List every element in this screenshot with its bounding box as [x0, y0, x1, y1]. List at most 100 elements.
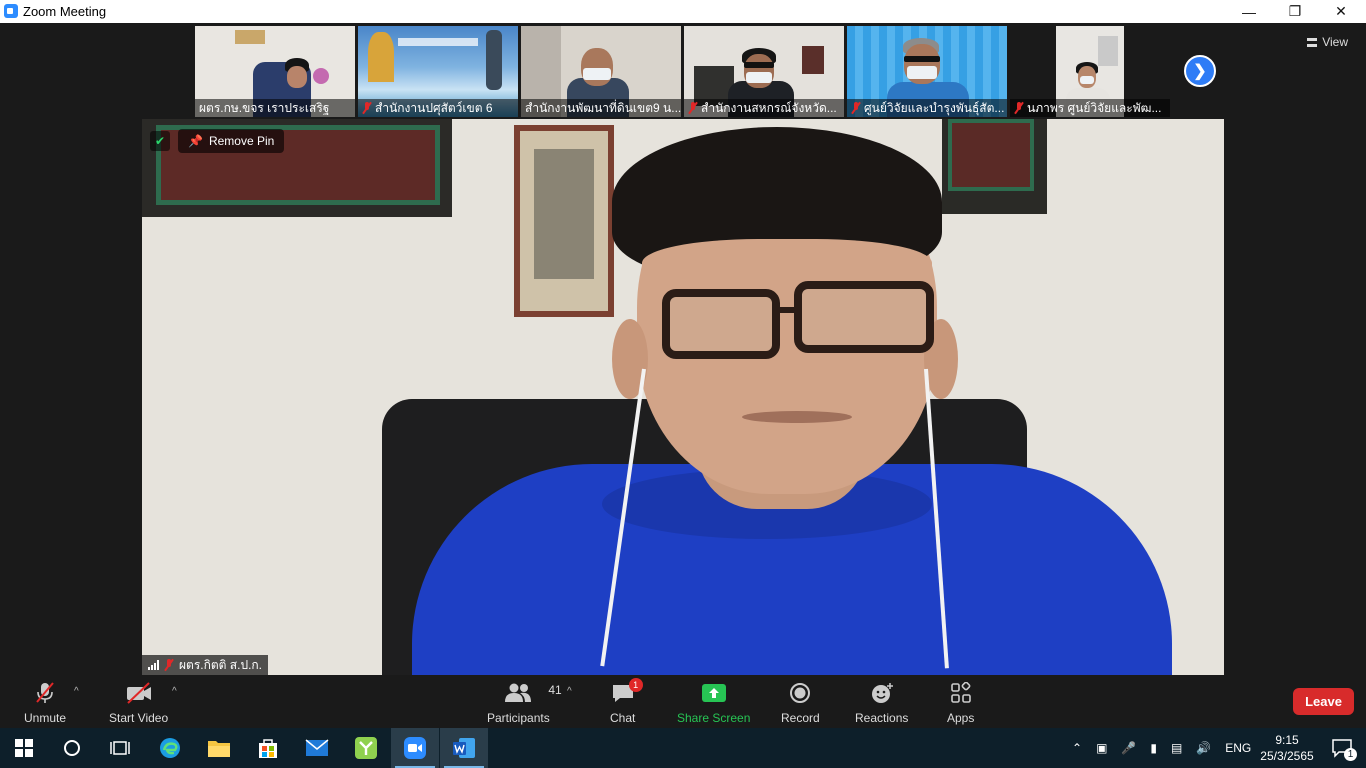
search-button[interactable] [48, 728, 96, 768]
taskbar-store[interactable] [244, 728, 292, 768]
zoom-icon [404, 737, 426, 759]
share-screen-button[interactable]: Share Screen [677, 681, 750, 725]
speaker-name: ผตร.กิตติ ส.ป.ก. [179, 657, 262, 672]
audio-options-caret[interactable]: ^ [74, 686, 79, 697]
main-video[interactable]: ✔ 📌 Remove Pin ผตร.กิตติ ส.ป.ก. [142, 119, 1224, 675]
microphone-icon[interactable]: 🎤 [1121, 741, 1136, 755]
green-app-icon [355, 737, 377, 759]
apps-button[interactable]: Apps [947, 681, 974, 725]
participants-button[interactable]: 41 Participants [487, 681, 562, 725]
input-language[interactable]: ENG [1225, 741, 1251, 755]
task-view-icon [110, 741, 130, 755]
chat-label: Chat [610, 711, 636, 725]
battery-icon[interactable]: ▮ [1150, 741, 1157, 755]
volume-icon[interactable]: 🔊 [1196, 741, 1211, 755]
notification-center-button[interactable]: 1 [1318, 728, 1366, 768]
cortana-circle-icon [64, 740, 80, 756]
participant-name: ผตร.กษ.ขจร เราประเสริฐ [199, 101, 330, 115]
taskbar-line-app[interactable] [342, 728, 390, 768]
shield-icon[interactable]: ✔ [150, 131, 170, 151]
video-overlay-controls: ✔ 📌 Remove Pin [150, 129, 285, 153]
meeting-area: ผตร.กษ.ขจร เราประเสริฐ สำนักงานปศุสัตว์เ… [0, 23, 1366, 677]
leave-button[interactable]: Leave [1293, 688, 1354, 715]
meet-now-icon[interactable]: ▣ [1096, 741, 1107, 755]
participant-thumbnail[interactable]: นภาพร ศูนย์วิจัยและพัฒ... [1010, 26, 1170, 117]
taskbar-edge[interactable] [146, 728, 194, 768]
share-screen-icon [701, 684, 726, 702]
windows-taskbar: ⌃ ▣ 🎤 ▮ ▤ 🔊 ENG 9:15 25/3/2565 1 [0, 728, 1366, 768]
task-view-button[interactable] [96, 728, 144, 768]
taskbar-word[interactable] [440, 728, 488, 768]
taskbar-file-explorer[interactable] [195, 728, 243, 768]
clock-date: 25/3/2565 [1260, 749, 1314, 763]
muted-mic-icon [164, 659, 174, 671]
apps-icon [950, 682, 971, 703]
notification-count: 1 [1344, 748, 1357, 761]
start-video-label: Start Video [109, 711, 169, 725]
participant-thumbnail[interactable]: สำนักงานสหกรณ์จังหวัด... [684, 26, 844, 117]
windows-logo-icon [15, 739, 33, 757]
apps-label: Apps [947, 711, 975, 725]
participant-name: นภาพร ศูนย์วิจัยและพัฒ... [1027, 101, 1162, 115]
share-screen-label: Share Screen [677, 711, 751, 725]
muted-mic-icon [851, 102, 861, 114]
folder-icon [208, 741, 230, 757]
speaker-name-tag: ผตร.กิตติ ส.ป.ก. [142, 655, 268, 675]
start-video-button[interactable]: Start Video [109, 681, 168, 725]
word-icon [453, 738, 475, 758]
thumbnail-caption: ศูนย์วิจัยและบำรุงพันธุ์สัต... [847, 99, 1007, 117]
view-button[interactable]: View [1307, 35, 1348, 49]
video-camera-off-icon [125, 681, 153, 705]
start-button[interactable] [0, 728, 48, 768]
minimize-button[interactable]: — [1226, 0, 1272, 23]
edge-browser-icon [160, 738, 180, 758]
clock-time: 9:15 [1275, 733, 1299, 747]
participant-name: สำนักงานพัฒนาที่ดินเขต9 น... [525, 101, 681, 115]
glasses-left-lens [662, 289, 780, 359]
taskbar-clock[interactable]: 9:15 25/3/2565 [1258, 732, 1316, 764]
chevron-up-icon[interactable]: ⌃ [1072, 741, 1082, 755]
participant-thumbnail[interactable]: สำนักงานพัฒนาที่ดินเขต9 น... [521, 26, 681, 117]
thumbnail-caption: สำนักงานพัฒนาที่ดินเขต9 น... [521, 99, 681, 117]
chat-badge: 1 [628, 678, 643, 692]
thumbnail-caption: สำนักงานสหกรณ์จังหวัด... [684, 99, 844, 117]
participants-count: 41 [548, 683, 562, 697]
participant-thumbnail[interactable]: ผตร.กษ.ขจร เราประเสริฐ [195, 26, 355, 117]
grid-icon [1307, 37, 1318, 47]
unmute-button[interactable]: Unmute [24, 681, 66, 725]
system-tray: ⌃ ▣ 🎤 ▮ ▤ 🔊 ENG [1072, 728, 1251, 768]
store-bag-icon [259, 739, 277, 758]
thumbnail-caption: ผตร.กษ.ขจร เราประเสริฐ [195, 99, 355, 117]
muted-mic-icon [688, 102, 698, 114]
remove-pin-label: Remove Pin [208, 134, 275, 148]
record-button[interactable]: Record [781, 681, 820, 725]
taskbar-mail[interactable] [293, 728, 341, 768]
remove-pin-button[interactable]: 📌 Remove Pin [178, 129, 285, 153]
window-title: Zoom Meeting [23, 4, 107, 19]
close-button[interactable]: ✕ [1318, 0, 1364, 23]
muted-mic-icon [1014, 102, 1024, 114]
participants-label: Participants [487, 711, 550, 725]
smiley-icon [871, 683, 893, 703]
meeting-toolbar: Unmute ^ Start Video ^ 41 Participants ^… [0, 677, 1366, 728]
reactions-button[interactable]: Reactions [855, 681, 908, 725]
participant-thumbnail[interactable]: สำนักงานปศุสัตว์เขต 6 [358, 26, 518, 117]
maximize-button[interactable]: ❐ [1272, 0, 1318, 23]
participant-thumbnail[interactable]: ศูนย์วิจัยและบำรุงพันธุ์สัต... [847, 26, 1007, 117]
microphone-muted-icon [34, 681, 56, 705]
participant-name: สำนักงานปศุสัตว์เขต 6 [375, 101, 493, 115]
participants-icon [505, 683, 532, 702]
video-options-caret[interactable]: ^ [172, 686, 177, 697]
network-icon[interactable]: ▤ [1171, 741, 1182, 755]
participants-options-caret[interactable]: ^ [567, 686, 572, 697]
taskbar-zoom[interactable] [391, 728, 439, 768]
glasses-right-lens [794, 281, 934, 353]
thumbnail-caption: นภาพร ศูนย์วิจัยและพัฒ... [1010, 99, 1170, 117]
mail-envelope-icon [305, 739, 329, 756]
chat-button[interactable]: 1 Chat [610, 678, 643, 725]
zoom-app-icon [4, 4, 18, 18]
title-bar: Zoom Meeting — ❐ ✕ [0, 0, 1366, 23]
participant-name: ศูนย์วิจัยและบำรุงพันธุ์สัต... [864, 101, 1005, 115]
record-label: Record [781, 711, 820, 725]
next-page-button[interactable]: ❯ [1184, 55, 1216, 87]
